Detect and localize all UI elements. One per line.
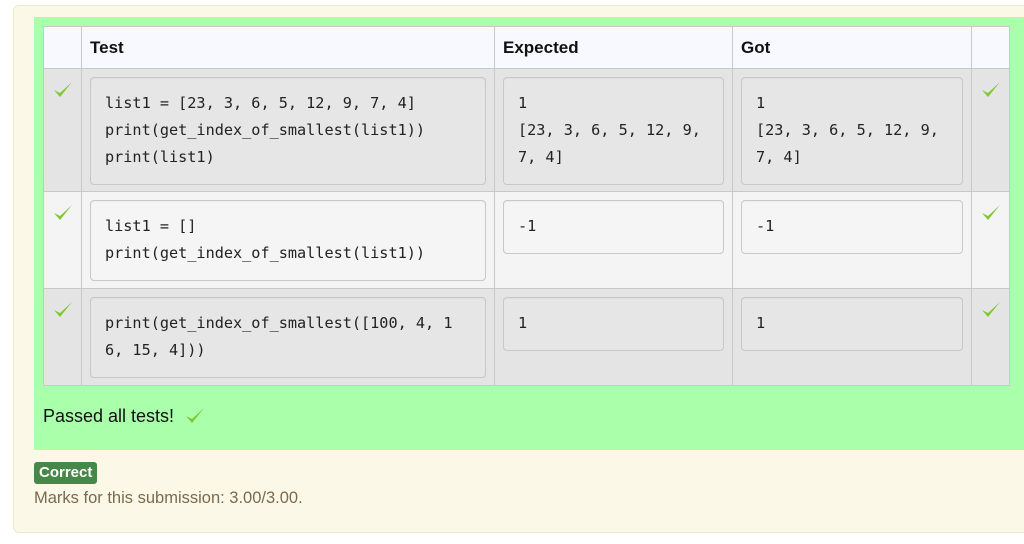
test-code: list1 = [] print(get_index_of_smallest(l…: [90, 200, 486, 281]
got-output: -1: [741, 200, 963, 254]
table-row: list1 = [23, 3, 6, 5, 12, 9, 7, 4] print…: [43, 68, 1010, 192]
check-icon: [52, 79, 74, 101]
check-icon: [980, 79, 1002, 101]
header-got: Got: [732, 26, 972, 69]
test-code: print(get_index_of_smallest([100, 4, 1 6…: [90, 297, 486, 378]
table-row: list1 = [] print(get_index_of_smallest(l…: [43, 191, 1010, 289]
header-test: Test: [81, 26, 495, 69]
header-expected: Expected: [494, 26, 733, 69]
table-row: print(get_index_of_smallest([100, 4, 1 6…: [43, 288, 1010, 386]
check-icon: [184, 405, 206, 427]
passed-message: Passed all tests!: [43, 405, 206, 427]
got-output: 1: [741, 297, 963, 351]
results-table: Test Expected Got list1 = [23, 3, 6, 5, …: [43, 26, 1010, 386]
expected-output: 1: [503, 297, 724, 351]
got-output: 1 [23, 3, 6, 5, 12, 9, 7, 4]: [741, 77, 963, 185]
passed-text: Passed all tests!: [43, 405, 175, 426]
expected-output: -1: [503, 200, 724, 254]
header-status: [43, 26, 82, 69]
header-row: Test Expected Got: [43, 26, 1010, 69]
correct-badge: Correct: [34, 462, 98, 484]
header-result: [971, 26, 1010, 69]
check-icon: [980, 299, 1002, 321]
expected-output: 1 [23, 3, 6, 5, 12, 9, 7, 4]: [503, 77, 724, 185]
marks-text: Marks for this submission: 3.00/3.00.: [34, 489, 303, 507]
check-icon: [52, 202, 74, 224]
test-code: list1 = [23, 3, 6, 5, 12, 9, 7, 4] print…: [90, 77, 486, 185]
check-icon: [980, 202, 1002, 224]
check-icon: [52, 299, 74, 321]
